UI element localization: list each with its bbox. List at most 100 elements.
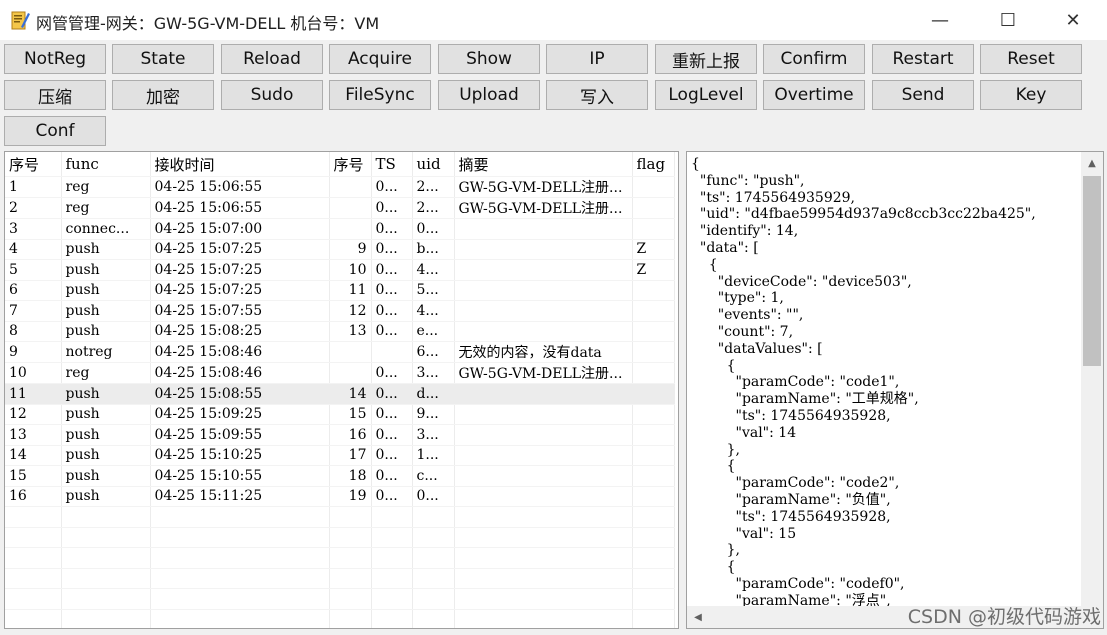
table-cell [329, 527, 372, 548]
col-header-received-time[interactable]: 接收时间 [150, 152, 330, 177]
resubmit-button[interactable]: 重新上报 [655, 44, 757, 74]
table-cell: reg [61, 176, 151, 198]
vertical-scrollbar[interactable]: ▲ [1081, 152, 1103, 628]
compress-button[interactable]: 压缩 [4, 80, 106, 110]
table-row[interactable]: 12 push 04-25 15:09:25 15 0... 9... [5, 404, 675, 425]
table-cell: 0... [371, 383, 413, 405]
table-cell [454, 321, 633, 342]
table-cell [371, 527, 413, 548]
col-header-func[interactable]: func [61, 152, 151, 177]
message-list-panel[interactable]: 序号 func 接收时间 序号 TS uid 摘要 flag 1 reg 04-25… [4, 151, 679, 629]
table-cell: 2 [5, 197, 62, 219]
empty-row [5, 609, 675, 628]
table-cell: 04-25 15:10:55 [150, 465, 330, 487]
reload-button[interactable]: Reload [221, 44, 323, 74]
write-button[interactable]: 写入 [546, 80, 648, 110]
col-header-seq[interactable]: 序号 [329, 152, 372, 177]
table-cell [5, 588, 62, 610]
col-header-ts[interactable]: TS [371, 152, 413, 177]
table-cell: 3... [412, 424, 455, 446]
scroll-up-icon[interactable]: ▲ [1081, 152, 1103, 174]
table-row[interactable]: 15 push 04-25 15:10:55 18 0... c... [5, 465, 675, 487]
message-table: 序号 func 接收时间 序号 TS uid 摘要 flag 1 reg 04-25… [5, 152, 675, 628]
send-button[interactable]: Send [872, 80, 974, 110]
upload-button[interactable]: Upload [438, 80, 540, 110]
table-cell: reg [61, 197, 151, 219]
table-cell: 0... [371, 424, 413, 446]
json-detail-panel[interactable]: { "func": "push", "ts": 1745564935929, "… [686, 151, 1104, 629]
minimize-button[interactable]: — [917, 0, 963, 40]
key-button[interactable]: Key [980, 80, 1082, 110]
table-row[interactable]: 14 push 04-25 15:10:25 17 0... 1... [5, 445, 675, 466]
table-cell [150, 588, 330, 610]
table-cell [454, 280, 633, 301]
table-cell [150, 547, 330, 569]
sudo-button[interactable]: Sudo [221, 80, 323, 110]
notreg-button[interactable]: NotReg [4, 44, 106, 74]
table-cell: 10 [5, 362, 62, 384]
table-cell: 11 [329, 280, 372, 301]
table-cell: 0... [371, 465, 413, 487]
table-cell [371, 506, 413, 528]
table-cell [454, 465, 633, 487]
table-cell [5, 547, 62, 569]
scroll-thumb[interactable] [1083, 176, 1101, 366]
encrypt-button[interactable]: 加密 [112, 80, 214, 110]
table-row[interactable]: 11 push 04-25 15:08:55 14 0... d... [5, 383, 675, 405]
close-button[interactable]: ✕ [1050, 0, 1096, 40]
table-cell: b... [412, 239, 455, 260]
table-row[interactable]: 1 reg 04-25 15:06:55 0... 2... GW-5G-VM-DELL注… [5, 176, 675, 198]
table-cell: push [61, 321, 151, 342]
table-cell: Z [632, 239, 675, 260]
acquire-button[interactable]: Acquire [329, 44, 431, 74]
table-cell: 9 [329, 239, 372, 260]
scroll-left-icon[interactable]: ◀ [687, 606, 709, 628]
table-cell: 3 [5, 218, 62, 240]
col-header-uid[interactable]: uid [412, 152, 455, 177]
table-cell: 04-25 15:06:55 [150, 176, 330, 198]
table-cell [454, 404, 633, 425]
col-header-summary[interactable]: 摘要 [454, 152, 633, 177]
table-cell [454, 506, 633, 528]
col-header-index[interactable]: 序号 [5, 152, 62, 177]
table-cell [61, 527, 151, 548]
show-button[interactable]: Show [438, 44, 540, 74]
state-button[interactable]: State [112, 44, 214, 74]
conf-button[interactable]: Conf [4, 116, 106, 146]
table-cell: 5 [5, 259, 62, 281]
table-row[interactable]: 16 push 04-25 15:11:25 19 0... 0... [5, 486, 675, 507]
table-row[interactable]: 4 push 04-25 15:07:25 9 0... b... Z [5, 239, 675, 260]
table-cell: push [61, 424, 151, 446]
reset-button[interactable]: Reset [980, 44, 1082, 74]
table-row[interactable]: 8 push 04-25 15:08:25 13 0... e... [5, 321, 675, 342]
table-row[interactable]: 2 reg 04-25 15:06:55 0... 2... GW-5G-VM-DELL注… [5, 197, 675, 219]
table-row[interactable]: 5 push 04-25 15:07:25 10 0... 4... Z [5, 259, 675, 281]
table-row[interactable]: 13 push 04-25 15:09:55 16 0... 3... [5, 424, 675, 446]
table-cell: 04-25 15:08:25 [150, 321, 330, 342]
table-row[interactable]: 9 notreg 04-25 15:08:46 6... 无效的内容，没有data [5, 341, 675, 363]
table-cell: GW-5G-VM-DELL注册... [454, 362, 633, 384]
table-cell [329, 568, 372, 589]
table-cell [412, 506, 455, 528]
table-cell: 5... [412, 280, 455, 301]
restart-button[interactable]: Restart [872, 44, 974, 74]
filesync-button[interactable]: FileSync [329, 80, 431, 110]
table-cell: 0... [371, 176, 413, 198]
table-cell: push [61, 445, 151, 466]
table-cell: 12 [329, 300, 372, 322]
table-row[interactable]: 3 connec... 04-25 15:07:00 0... 0... [5, 218, 675, 240]
ip-button[interactable]: IP [546, 44, 648, 74]
table-cell: push [61, 465, 151, 487]
table-cell [150, 568, 330, 589]
confirm-button[interactable]: Confirm [763, 44, 865, 74]
table-cell [632, 383, 675, 405]
overtime-button[interactable]: Overtime [763, 80, 865, 110]
table-row[interactable]: 7 push 04-25 15:07:55 12 0... 4... [5, 300, 675, 322]
maximize-button[interactable]: ☐ [985, 0, 1031, 40]
table-row[interactable]: 6 push 04-25 15:07:25 11 0... 5... [5, 280, 675, 301]
col-header-flag[interactable]: flag [632, 152, 675, 177]
table-row[interactable]: 10 reg 04-25 15:08:46 0... 3... GW-5G-VM-DELL… [5, 362, 675, 384]
table-cell: 19 [329, 486, 372, 507]
loglevel-button[interactable]: LogLevel [655, 80, 757, 110]
table-cell [61, 506, 151, 528]
